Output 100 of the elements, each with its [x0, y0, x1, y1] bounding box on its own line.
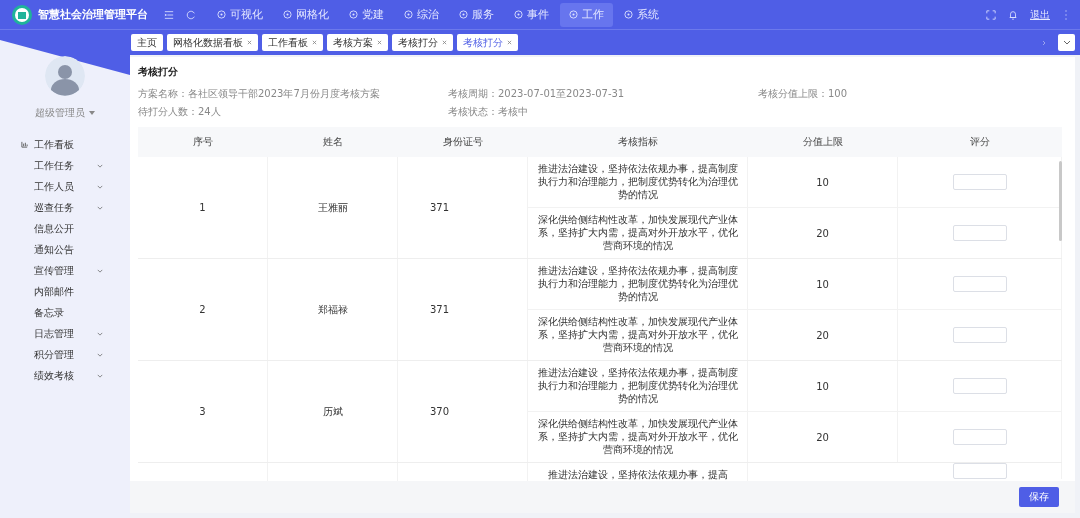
table-cell: 王雅丽 — [268, 157, 398, 258]
table-cell: 20 — [748, 208, 898, 258]
table-cell: 2 — [138, 259, 268, 360]
close-icon[interactable] — [247, 40, 252, 45]
table-cell: 370 — [398, 361, 528, 462]
score-input[interactable] — [952, 225, 1007, 241]
table-cell: 371 — [398, 259, 528, 360]
info-text: 考核周期：2023-07-01至2023-07-31 — [448, 87, 626, 101]
table-cell: 10 — [748, 259, 898, 309]
sidebar-item[interactable]: 备忘录 — [0, 302, 130, 323]
column-header: 序号 — [192, 135, 214, 149]
table-cell: 1 — [138, 157, 268, 258]
circle-dot-icon — [624, 10, 633, 19]
circle-dot-icon — [217, 10, 226, 19]
close-icon[interactable] — [377, 40, 382, 45]
info-text: 待打分人数：24人 — [138, 105, 222, 119]
chevron-down-icon — [97, 163, 103, 168]
nav-item[interactable]: 党建 — [340, 2, 393, 27]
sidebar-item[interactable]: 宣传管理 — [0, 260, 130, 281]
close-icon[interactable] — [442, 40, 447, 45]
chevron-down-icon — [97, 331, 103, 336]
sidebar-item[interactable]: 工作看板 — [0, 134, 130, 155]
sidebar-item[interactable]: 巡查任务 — [0, 197, 130, 218]
avatar-icon — [45, 56, 85, 96]
scrollbar[interactable] — [1059, 161, 1062, 241]
page-tab[interactable]: 主页 — [131, 34, 163, 51]
caret-down-icon — [89, 111, 95, 115]
chevron-down-icon — [97, 352, 103, 357]
chevron-down-icon — [97, 184, 103, 189]
circle-dot-icon — [459, 10, 468, 19]
page-tab[interactable]: 考核打分 — [392, 34, 453, 51]
logo-icon — [12, 4, 32, 25]
sidebar-item[interactable]: 积分管理 — [0, 344, 130, 365]
sidebar-item[interactable]: 通知公告 — [0, 239, 130, 260]
table-cell: 10 — [748, 157, 898, 207]
circle-dot-icon — [349, 10, 358, 19]
bell-icon[interactable] — [1008, 9, 1018, 20]
column-header: 分值上限 — [802, 135, 844, 149]
chevron-down-icon — [97, 268, 103, 273]
info-text: 考核状态：考核中 — [448, 105, 529, 119]
nav-item[interactable]: 事件 — [505, 2, 558, 27]
score-input[interactable] — [952, 378, 1007, 394]
nav-item[interactable]: 可视化 — [208, 2, 272, 27]
nav-item[interactable]: 综治 — [395, 2, 448, 27]
criterion-text: 深化供给侧结构性改革，加快发展现代产业体系，坚持扩大内需，提高对外开放水平，优化营商环境的情况 — [528, 208, 748, 258]
tabs-dropdown-button[interactable] — [1058, 34, 1075, 51]
score-input[interactable] — [952, 174, 1007, 190]
criterion-text: 推进法治建设，坚持依法依规办事，提高制度执行力和治理能力，把制度优势转化为治理优势的情况 — [528, 259, 748, 309]
fullscreen-icon[interactable] — [986, 9, 996, 20]
table-cell: 10 — [748, 361, 898, 411]
menu-icon[interactable] — [164, 9, 174, 20]
sidebar-item[interactable]: 信息公开 — [0, 218, 130, 239]
circle-dot-icon — [569, 10, 578, 19]
score-input[interactable] — [952, 327, 1007, 343]
chevron-down-icon — [97, 373, 103, 378]
close-icon[interactable] — [507, 40, 512, 45]
panel-title: 考核打分 — [138, 65, 179, 79]
chevron-right-icon[interactable] — [1042, 39, 1046, 46]
chevron-down-icon — [97, 205, 103, 210]
sidebar-item[interactable]: 日志管理 — [0, 323, 130, 344]
table-cell: 20 — [748, 412, 898, 462]
info-text: 方案名称：各社区领导干部2023年7月份月度考核方案 — [138, 87, 381, 101]
close-icon[interactable] — [312, 40, 317, 45]
sidebar-item[interactable]: 绩效考核 — [0, 365, 130, 386]
table-cell: 20 — [748, 310, 898, 360]
chevron-down-icon — [1062, 40, 1071, 45]
table-cell: 历斌 — [268, 361, 398, 462]
criterion-text: 深化供给侧结构性改革，加快发展现代产业体系，坚持扩大内需，提高对外开放水平，优化营商环境的情况 — [528, 310, 748, 360]
sidebar-item[interactable]: 内部邮件 — [0, 281, 130, 302]
score-input[interactable] — [952, 429, 1007, 445]
criterion-text: 深化供给侧结构性改革，加快发展现代产业体系，坚持扩大内需，提高对外开放水平，优化营商环境的情况 — [528, 412, 748, 462]
table-cell: 371 — [398, 157, 528, 258]
sidebar-item[interactable]: 工作任务 — [0, 155, 130, 176]
score-input[interactable] — [952, 276, 1007, 292]
nav-item[interactable]: 服务 — [450, 2, 503, 27]
sidebar-item[interactable]: 工作人员 — [0, 176, 130, 197]
info-text: 考核分值上限：100 — [758, 87, 849, 101]
circle-dot-icon — [514, 10, 523, 19]
score-input[interactable] — [952, 463, 1007, 479]
page-tab[interactable]: 网格化数据看板 — [167, 34, 258, 51]
criterion-text: 推进法治建设，坚持依法依规办事，提高制度执行力和治理能力，把制度优势转化为治理优势的情况 — [528, 157, 748, 207]
refresh-icon[interactable] — [186, 9, 196, 20]
page-tab[interactable]: 考核打分 — [457, 34, 518, 51]
table-cell: 3 — [138, 361, 268, 462]
more-icon[interactable] — [1064, 8, 1068, 21]
page-tab[interactable]: 考核方案 — [327, 34, 388, 51]
bar-chart-icon — [21, 141, 28, 148]
criterion-text: 推进法治建设，坚持依法依规办事，提高制度执行力和治理能力，把制度优势转化为治理优势的情况 — [528, 361, 748, 411]
column-header: 考核指标 — [617, 135, 659, 149]
page-tab[interactable]: 工作看板 — [262, 34, 323, 51]
table-cell: 郑福禄 — [268, 259, 398, 360]
column-header: 姓名 — [322, 135, 344, 149]
app-title: 智慧社会治理管理平台 — [38, 7, 148, 22]
circle-dot-icon — [404, 10, 413, 19]
circle-dot-icon — [283, 10, 292, 19]
logout-link[interactable]: 退出 — [1030, 7, 1050, 22]
column-header: 身份证号 — [442, 135, 484, 149]
nav-item[interactable]: 系统 — [615, 2, 668, 27]
save-button[interactable]: 保存 — [1019, 487, 1059, 507]
nav-item[interactable]: 网格化 — [274, 2, 338, 27]
